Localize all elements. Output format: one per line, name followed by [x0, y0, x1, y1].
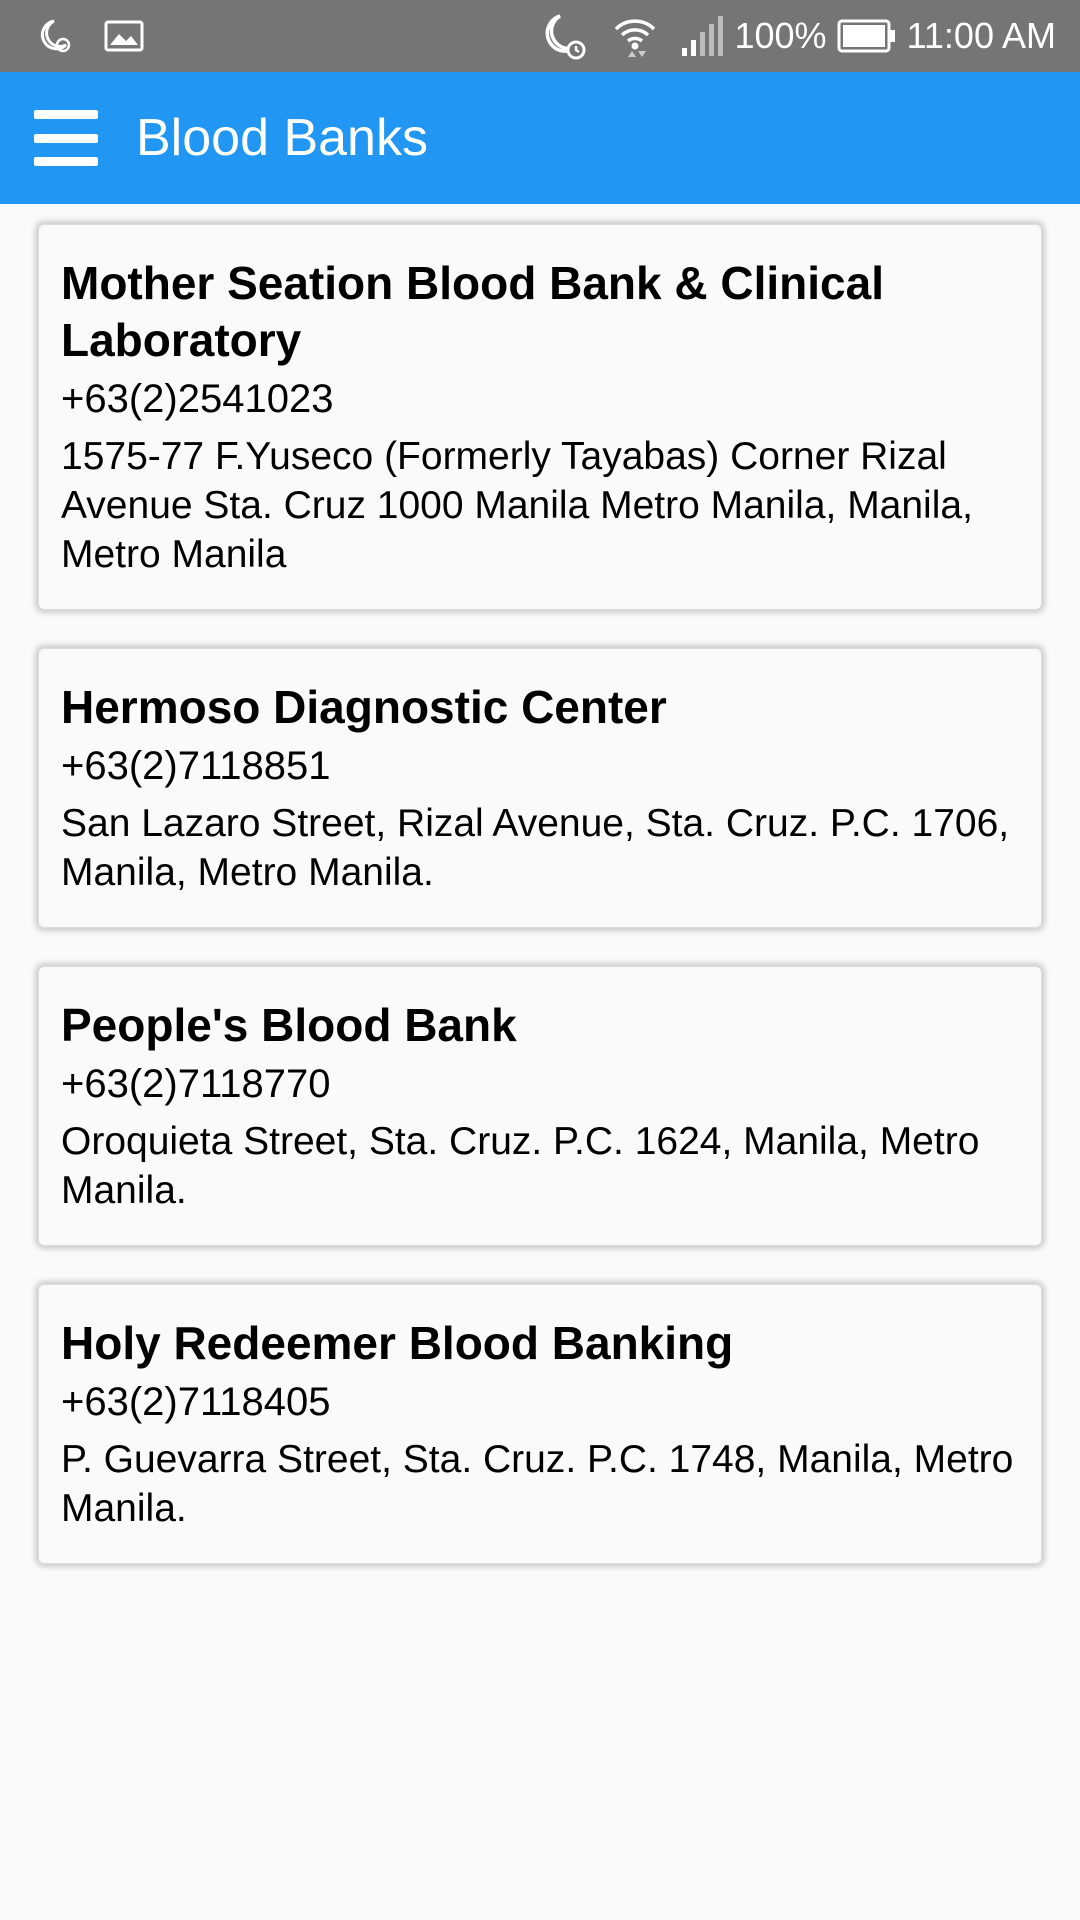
blood-bank-card[interactable]: Hermoso Diagnostic Center +63(2)7118851 … [38, 648, 1042, 928]
blood-bank-name: Hermoso Diagnostic Center [61, 681, 667, 733]
blood-bank-phone: +63(2)7118770 [61, 1062, 331, 1106]
battery-percent: 100% [734, 15, 827, 56]
blood-bank-address: 1575-77 F.Yuseco (Formerly Tayabas) Corn… [61, 435, 973, 576]
blood-bank-address: P. Guevarra Street, Sta. Cruz. P.C. 1748… [61, 1438, 1014, 1530]
status-time: 11:00 AM [906, 15, 1056, 56]
blood-bank-name: Holy Redeemer Blood Banking [61, 1317, 734, 1369]
signal-icon [680, 14, 724, 58]
blood-bank-list: Mother Seation Blood Bank & Clinical Lab… [38, 224, 1042, 1602]
menu-bar-line [34, 157, 98, 166]
blood-bank-phone: +63(2)7118405 [61, 1380, 331, 1424]
blood-bank-card[interactable]: People's Blood Bank +63(2)7118770 Oroqui… [38, 966, 1042, 1246]
menu-icon[interactable] [34, 110, 98, 166]
wifi-icon [612, 13, 658, 59]
status-bar: 100% 11:00 AM [0, 0, 1080, 72]
blood-bank-name: Mother Seation Blood Bank & Clinical Lab… [61, 257, 884, 366]
blood-bank-phone: +63(2)7118851 [61, 744, 331, 788]
blood-bank-address: Oroquieta Street, Sta. Cruz. P.C. 1624, … [61, 1120, 980, 1212]
blood-bank-card[interactable]: Holy Redeemer Blood Banking +63(2)711840… [38, 1284, 1042, 1564]
status-right: 100% 11:00 AM [528, 10, 1056, 62]
blood-bank-card[interactable]: Mother Seation Blood Bank & Clinical Lab… [38, 224, 1042, 610]
menu-bar-line [34, 133, 98, 143]
app-bar: Blood Banks [0, 72, 1080, 204]
blood-bank-phone: +63(2)2541023 [61, 377, 334, 421]
do-not-disturb-alarm-icon [538, 10, 590, 62]
menu-bar-line [34, 110, 98, 119]
alarm-moon-icon [36, 17, 74, 55]
image-icon [104, 19, 144, 53]
blood-bank-address: San Lazaro Street, Rizal Avenue, Sta. Cr… [61, 802, 1010, 894]
status-left [36, 17, 174, 55]
blood-bank-name: People's Blood Bank [61, 999, 517, 1051]
battery-icon [837, 19, 897, 53]
page-title: Blood Banks [136, 109, 428, 167]
